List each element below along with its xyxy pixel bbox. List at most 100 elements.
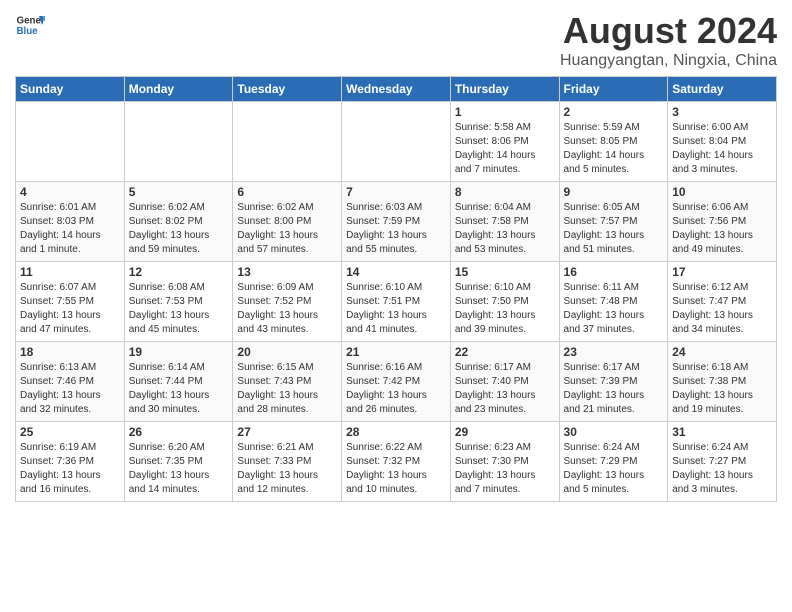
day-number: 18 xyxy=(20,345,120,359)
day-number: 2 xyxy=(564,105,664,119)
day-number: 9 xyxy=(564,185,664,199)
day-info: Sunrise: 6:09 AM Sunset: 7:52 PM Dayligh… xyxy=(237,281,337,337)
calendar-cell xyxy=(124,102,233,182)
day-header-wednesday: Wednesday xyxy=(342,77,451,102)
main-title: August 2024 xyxy=(560,10,777,52)
day-info: Sunrise: 6:17 AM Sunset: 7:40 PM Dayligh… xyxy=(455,361,555,417)
day-info: Sunrise: 6:23 AM Sunset: 7:30 PM Dayligh… xyxy=(455,441,555,497)
day-info: Sunrise: 6:19 AM Sunset: 7:36 PM Dayligh… xyxy=(20,441,120,497)
day-number: 16 xyxy=(564,265,664,279)
calendar-cell: 19 Sunrise: 6:14 AM Sunset: 7:44 PM Dayli… xyxy=(124,342,233,422)
calendar-cell: 14 Sunrise: 6:10 AM Sunset: 7:51 PM Dayli… xyxy=(342,262,451,342)
day-info: Sunrise: 5:59 AM Sunset: 8:05 PM Dayligh… xyxy=(564,121,664,177)
calendar-cell: 27 Sunrise: 6:21 AM Sunset: 7:33 PM Dayli… xyxy=(233,422,342,502)
day-number: 21 xyxy=(346,345,446,359)
week-row-4: 18 Sunrise: 6:13 AM Sunset: 7:46 PM Dayli… xyxy=(16,342,777,422)
day-number: 10 xyxy=(672,185,772,199)
calendar-cell: 11 Sunrise: 6:07 AM Sunset: 7:55 PM Dayli… xyxy=(16,262,125,342)
header-row: SundayMondayTuesdayWednesdayThursdayFrid… xyxy=(16,77,777,102)
day-info: Sunrise: 6:11 AM Sunset: 7:48 PM Dayligh… xyxy=(564,281,664,337)
day-info: Sunrise: 6:15 AM Sunset: 7:43 PM Dayligh… xyxy=(237,361,337,417)
day-number: 31 xyxy=(672,425,772,439)
day-number: 24 xyxy=(672,345,772,359)
day-number: 20 xyxy=(237,345,337,359)
day-number: 30 xyxy=(564,425,664,439)
day-info: Sunrise: 6:00 AM Sunset: 8:04 PM Dayligh… xyxy=(672,121,772,177)
day-header-saturday: Saturday xyxy=(668,77,777,102)
day-info: Sunrise: 6:03 AM Sunset: 7:59 PM Dayligh… xyxy=(346,201,446,257)
week-row-5: 25 Sunrise: 6:19 AM Sunset: 7:36 PM Dayli… xyxy=(16,422,777,502)
calendar-cell: 21Sunrise: 6:16 AM Sunset: 7:42 PM Dayli… xyxy=(342,342,451,422)
day-number: 6 xyxy=(237,185,337,199)
day-number: 19 xyxy=(129,345,229,359)
calendar-cell: 3 Sunrise: 6:00 AM Sunset: 8:04 PM Daylig… xyxy=(668,102,777,182)
calendar-cell: 6Sunrise: 6:02 AM Sunset: 8:00 PM Daylig… xyxy=(233,182,342,262)
day-number: 3 xyxy=(672,105,772,119)
calendar-cell: 22 Sunrise: 6:17 AM Sunset: 7:40 PM Dayli… xyxy=(450,342,559,422)
page-header: General Blue August 2024 Huangyangtan, N… xyxy=(15,10,777,70)
day-number: 12 xyxy=(129,265,229,279)
calendar-table: SundayMondayTuesdayWednesdayThursdayFrid… xyxy=(15,76,777,502)
week-row-1: 1 Sunrise: 5:58 AM Sunset: 8:06 PM Daylig… xyxy=(16,102,777,182)
calendar-cell: 30 Sunrise: 6:24 AM Sunset: 7:29 PM Dayli… xyxy=(559,422,668,502)
calendar-cell: 13 Sunrise: 6:09 AM Sunset: 7:52 PM Dayli… xyxy=(233,262,342,342)
day-info: Sunrise: 6:20 AM Sunset: 7:35 PM Dayligh… xyxy=(129,441,229,497)
day-info: Sunrise: 6:05 AM Sunset: 7:57 PM Dayligh… xyxy=(564,201,664,257)
calendar-cell: 8 Sunrise: 6:04 AM Sunset: 7:58 PM Daylig… xyxy=(450,182,559,262)
calendar-cell: 2 Sunrise: 5:59 AM Sunset: 8:05 PM Daylig… xyxy=(559,102,668,182)
day-number: 14 xyxy=(346,265,446,279)
logo-icon: General Blue xyxy=(15,10,45,40)
svg-text:Blue: Blue xyxy=(17,26,39,37)
calendar-cell: 24 Sunrise: 6:18 AM Sunset: 7:38 PM Dayli… xyxy=(668,342,777,422)
day-header-thursday: Thursday xyxy=(450,77,559,102)
calendar-cell: 26Sunrise: 6:20 AM Sunset: 7:35 PM Dayli… xyxy=(124,422,233,502)
day-header-sunday: Sunday xyxy=(16,77,125,102)
day-info: Sunrise: 6:24 AM Sunset: 7:29 PM Dayligh… xyxy=(564,441,664,497)
calendar-cell xyxy=(16,102,125,182)
calendar-cell: 12 Sunrise: 6:08 AM Sunset: 7:53 PM Dayli… xyxy=(124,262,233,342)
day-number: 25 xyxy=(20,425,120,439)
day-info: Sunrise: 6:01 AM Sunset: 8:03 PM Dayligh… xyxy=(20,201,120,257)
calendar-cell: 18 Sunrise: 6:13 AM Sunset: 7:46 PM Dayli… xyxy=(16,342,125,422)
calendar-cell: 16 Sunrise: 6:11 AM Sunset: 7:48 PM Dayli… xyxy=(559,262,668,342)
day-number: 11 xyxy=(20,265,120,279)
calendar-cell xyxy=(342,102,451,182)
calendar-cell: 10Sunrise: 6:06 AM Sunset: 7:56 PM Dayli… xyxy=(668,182,777,262)
calendar-cell xyxy=(233,102,342,182)
day-number: 17 xyxy=(672,265,772,279)
day-info: Sunrise: 5:58 AM Sunset: 8:06 PM Dayligh… xyxy=(455,121,555,177)
day-info: Sunrise: 6:10 AM Sunset: 7:51 PM Dayligh… xyxy=(346,281,446,337)
calendar-cell: 15Sunrise: 6:10 AM Sunset: 7:50 PM Dayli… xyxy=(450,262,559,342)
day-info: Sunrise: 6:04 AM Sunset: 7:58 PM Dayligh… xyxy=(455,201,555,257)
day-header-tuesday: Tuesday xyxy=(233,77,342,102)
day-number: 7 xyxy=(346,185,446,199)
day-number: 1 xyxy=(455,105,555,119)
day-info: Sunrise: 6:14 AM Sunset: 7:44 PM Dayligh… xyxy=(129,361,229,417)
calendar-cell: 7 Sunrise: 6:03 AM Sunset: 7:59 PM Daylig… xyxy=(342,182,451,262)
day-number: 13 xyxy=(237,265,337,279)
day-number: 5 xyxy=(129,185,229,199)
logo: General Blue xyxy=(15,10,45,40)
day-number: 15 xyxy=(455,265,555,279)
calendar-cell: 20 Sunrise: 6:15 AM Sunset: 7:43 PM Dayli… xyxy=(233,342,342,422)
calendar-cell: 29Sunrise: 6:23 AM Sunset: 7:30 PM Dayli… xyxy=(450,422,559,502)
day-info: Sunrise: 6:12 AM Sunset: 7:47 PM Dayligh… xyxy=(672,281,772,337)
week-row-2: 4 Sunrise: 6:01 AM Sunset: 8:03 PM Daylig… xyxy=(16,182,777,262)
day-info: Sunrise: 6:13 AM Sunset: 7:46 PM Dayligh… xyxy=(20,361,120,417)
day-info: Sunrise: 6:08 AM Sunset: 7:53 PM Dayligh… xyxy=(129,281,229,337)
day-number: 4 xyxy=(20,185,120,199)
day-number: 22 xyxy=(455,345,555,359)
day-info: Sunrise: 6:17 AM Sunset: 7:39 PM Dayligh… xyxy=(564,361,664,417)
day-info: Sunrise: 6:18 AM Sunset: 7:38 PM Dayligh… xyxy=(672,361,772,417)
calendar-cell: 17 Sunrise: 6:12 AM Sunset: 7:47 PM Dayli… xyxy=(668,262,777,342)
day-info: Sunrise: 6:07 AM Sunset: 7:55 PM Dayligh… xyxy=(20,281,120,337)
day-header-friday: Friday xyxy=(559,77,668,102)
day-header-monday: Monday xyxy=(124,77,233,102)
calendar-cell: 1 Sunrise: 5:58 AM Sunset: 8:06 PM Daylig… xyxy=(450,102,559,182)
day-info: Sunrise: 6:21 AM Sunset: 7:33 PM Dayligh… xyxy=(237,441,337,497)
day-number: 8 xyxy=(455,185,555,199)
calendar-cell: 5Sunrise: 6:02 AM Sunset: 8:02 PM Daylig… xyxy=(124,182,233,262)
title-area: August 2024 Huangyangtan, Ningxia, China xyxy=(560,10,777,70)
day-info: Sunrise: 6:24 AM Sunset: 7:27 PM Dayligh… xyxy=(672,441,772,497)
day-number: 27 xyxy=(237,425,337,439)
